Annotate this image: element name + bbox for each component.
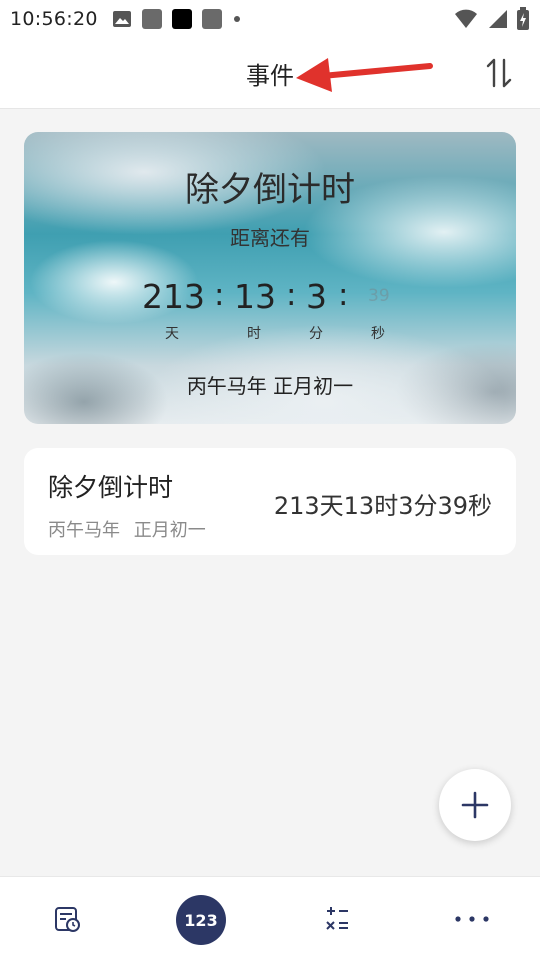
status-notification-icons bbox=[112, 9, 242, 29]
countdown-seconds: 39 bbox=[368, 286, 390, 306]
page-title: 事件 bbox=[246, 62, 294, 90]
event-countdown: 213天13时3分39秒 bbox=[273, 492, 492, 520]
calculator-icon bbox=[326, 907, 348, 930]
plus-icon bbox=[461, 791, 489, 819]
add-event-button[interactable] bbox=[439, 769, 511, 841]
app-square-icon bbox=[202, 9, 222, 29]
banner-title: 除夕倒计时 bbox=[185, 170, 355, 210]
countdown-hours: 13 bbox=[234, 277, 276, 316]
app-square-icon bbox=[142, 9, 162, 29]
battery-charging-icon bbox=[517, 7, 529, 30]
more-icon bbox=[455, 916, 489, 922]
annotation-arrow bbox=[296, 58, 433, 92]
app-square-icon bbox=[172, 9, 192, 29]
sort-icon[interactable] bbox=[484, 56, 514, 90]
status-bar: 10:56:20 bbox=[0, 0, 540, 38]
nav-item-counter[interactable]: 123 bbox=[174, 893, 228, 947]
calendar-clock-icon bbox=[55, 907, 80, 932]
countdown-minutes: 3 bbox=[306, 277, 327, 316]
countdown-days: 213 bbox=[142, 277, 205, 316]
unit-minutes-label: 分 bbox=[309, 326, 323, 342]
app-bar: 事件 bbox=[0, 38, 540, 109]
unit-days-label: 天 bbox=[165, 326, 179, 342]
counter-icon: 123 bbox=[176, 895, 226, 945]
unit-hours-label: 时 bbox=[247, 326, 261, 342]
event-lunar-date: 丙午马年 正月初一 bbox=[48, 520, 206, 541]
list-item[interactable]: 除夕倒计时 丙午马年 正月初一 213天13时3分39秒 bbox=[24, 448, 516, 555]
status-system-icons bbox=[454, 7, 530, 31]
countdown-colon: : bbox=[338, 277, 349, 313]
countdown-banner-card[interactable]: 除夕倒计时 距离还有 213 : 13 : 3 : 39 天 时 分 秒 丙午马… bbox=[24, 132, 516, 424]
banner-subtitle: 距离还有 bbox=[230, 226, 310, 250]
dot-icon bbox=[234, 16, 240, 22]
nav-item-events[interactable] bbox=[45, 897, 89, 941]
nav-item-more[interactable] bbox=[450, 897, 494, 941]
status-time: 10:56:20 bbox=[10, 8, 98, 30]
wifi-icon bbox=[455, 9, 477, 28]
countdown-colon: : bbox=[286, 277, 297, 313]
nav-item-calculator[interactable] bbox=[315, 897, 359, 941]
signal-icon bbox=[489, 10, 507, 28]
banner-lunar-date: 丙午马年 正月初一 bbox=[186, 374, 354, 398]
event-title: 除夕倒计时 bbox=[48, 473, 174, 502]
bottom-nav: 123 bbox=[0, 876, 540, 961]
image-icon bbox=[113, 11, 131, 27]
counter-label: 123 bbox=[184, 910, 218, 930]
unit-seconds-label: 秒 bbox=[371, 326, 385, 342]
countdown-colon: : bbox=[214, 277, 225, 313]
